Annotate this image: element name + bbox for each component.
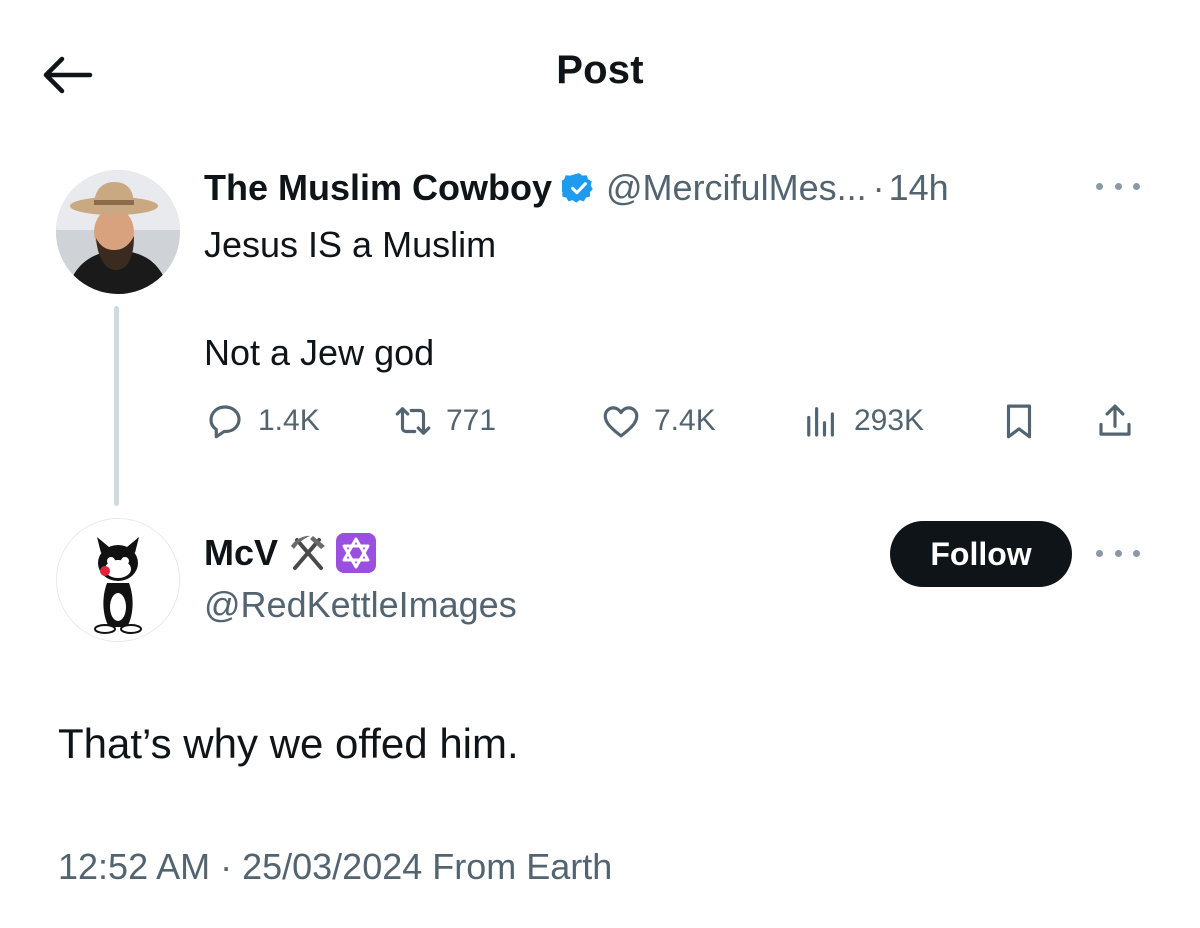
avatar[interactable] [56, 518, 180, 642]
dot-icon [1133, 549, 1140, 557]
like-button[interactable]: 7.4K [600, 396, 716, 446]
bookmark-button[interactable] [998, 396, 1040, 446]
dot-icon [1114, 549, 1122, 557]
heart-icon [603, 406, 639, 438]
bookmark-icon [1006, 404, 1032, 439]
dot-icon [1096, 182, 1103, 190]
profile-photo-cowboy [56, 170, 180, 294]
share-upload-icon [1099, 404, 1131, 436]
author-handle[interactable]: @MercifulMes... [606, 167, 867, 209]
post-text-line: Jesus IS a Muslim [204, 224, 497, 265]
repost-count: 771 [446, 404, 497, 437]
reply-author-handle[interactable]: @RedKettleImages [204, 584, 517, 626]
post-timestamp[interactable]: 12:52 AM · 25/03/2024 From Earth [58, 846, 612, 888]
dot-icon [1096, 549, 1103, 557]
repost-button[interactable]: 771 [392, 396, 496, 446]
reply-count: 1.4K [258, 404, 320, 437]
verified-badge-icon [562, 173, 593, 203]
thread-line [114, 306, 119, 506]
view-count: 293K [854, 404, 925, 437]
reply-author-row: McV [204, 528, 378, 578]
separator-dot: · [872, 167, 885, 208]
page-title: Post [556, 48, 644, 92]
share-button[interactable] [1094, 396, 1136, 446]
bar-chart-icon [807, 407, 834, 437]
more-options-button[interactable] [1096, 543, 1140, 563]
reply-author-name[interactable]: McV [204, 532, 278, 574]
profile-photo-cartoon-cat [57, 519, 179, 641]
follow-button[interactable]: Follow [890, 521, 1072, 587]
star-of-david-icon [336, 533, 377, 573]
reply-bubble-icon [209, 405, 241, 439]
dot-icon [1133, 182, 1140, 190]
post-time[interactable]: 14h [889, 167, 949, 209]
reply-button[interactable]: 1.4K [204, 396, 320, 446]
reply-text: That’s why we offed him. [58, 720, 519, 767]
like-count: 7.4K [654, 404, 716, 437]
more-options-button[interactable] [1096, 176, 1140, 196]
hammer-and-pick-icon [291, 535, 326, 570]
avatar[interactable] [56, 170, 180, 294]
post-text-line: Not a Jew god [204, 332, 435, 373]
post-header: The Muslim Cowboy @MercifulMes... · 14h [204, 166, 949, 210]
views-button[interactable]: 293K [800, 396, 924, 446]
author-name[interactable]: The Muslim Cowboy [204, 167, 552, 209]
repost-icon [395, 407, 431, 435]
dot-icon [1114, 182, 1122, 190]
